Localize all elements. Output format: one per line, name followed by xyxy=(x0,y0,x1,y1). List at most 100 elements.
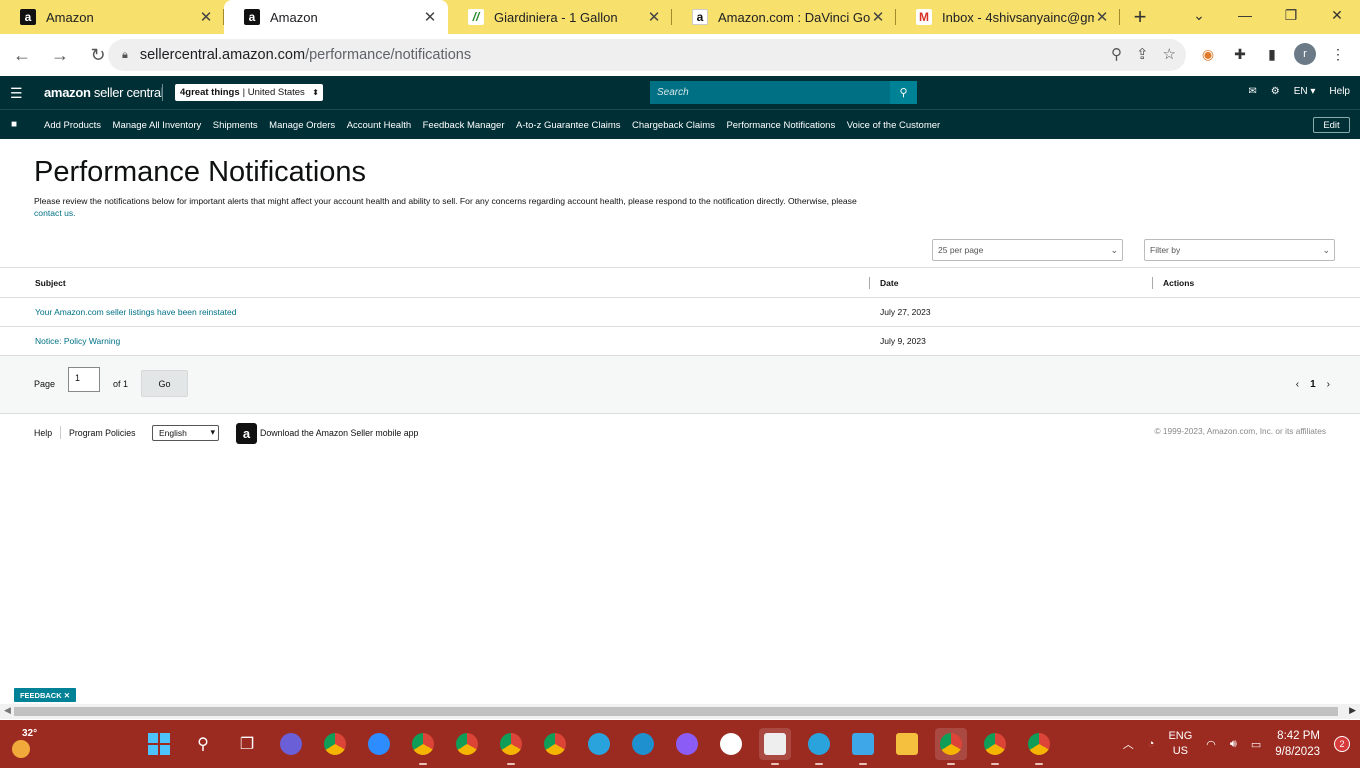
new-tab-button[interactable]: + xyxy=(1120,0,1160,34)
help-link[interactable]: Help xyxy=(1329,86,1350,97)
hamburger-menu-icon[interactable]: ☰ xyxy=(10,85,23,102)
notepad-icon[interactable] xyxy=(847,728,879,765)
edit-nav-button[interactable]: Edit xyxy=(1313,117,1350,133)
browser-tab[interactable]: M Inbox - 4shivsanyainc@gmai ✕ xyxy=(896,0,1120,34)
chrome-profile-icon[interactable] xyxy=(539,728,571,760)
chrome-icon[interactable] xyxy=(319,728,351,760)
chrome-profile-icon[interactable] xyxy=(935,728,967,765)
telegram-icon[interactable] xyxy=(803,728,835,765)
close-icon[interactable]: ✕ xyxy=(422,8,438,26)
nav-atoz-claims[interactable]: A-to-z Guarantee Claims xyxy=(516,120,621,131)
lock-icon[interactable]: 🔒︎ xyxy=(122,49,128,62)
system-clock[interactable]: 8:42 PM 9/8/2023 xyxy=(1275,728,1320,760)
bookmark-icon[interactable]: ■ xyxy=(11,119,17,130)
close-icon[interactable]: ✕ xyxy=(870,8,886,26)
forward-icon[interactable]: → xyxy=(44,39,76,71)
close-icon[interactable]: ✕ xyxy=(1094,8,1110,26)
chrome-profile-icon[interactable] xyxy=(451,728,483,760)
bookmark-star-icon[interactable]: ☆ xyxy=(1163,45,1176,63)
file-explorer-icon[interactable] xyxy=(891,728,923,760)
next-page-icon[interactable]: › xyxy=(1327,379,1330,390)
mobile-app-link[interactable]: Download the Amazon Seller mobile app xyxy=(260,428,418,438)
chrome-profile-icon[interactable] xyxy=(1023,728,1055,765)
nav-account-health[interactable]: Account Health xyxy=(347,120,411,131)
extension-circle-icon[interactable]: ◉ xyxy=(1198,44,1218,64)
zoom-app-icon[interactable] xyxy=(363,728,395,760)
browser-tab[interactable]: a Amazon.com : DaVinci Gourr ✕ xyxy=(672,0,896,34)
contact-us-link[interactable]: contact us. xyxy=(34,208,76,218)
gear-icon[interactable]: ⚙ xyxy=(1271,86,1280,97)
profile-avatar[interactable]: r xyxy=(1294,43,1316,65)
current-page[interactable]: 1 xyxy=(1310,379,1316,390)
nav-manage-orders[interactable]: Manage Orders xyxy=(269,120,335,131)
amazon-app-icon[interactable]: a xyxy=(236,423,257,444)
store-selector[interactable]: 4great things | United States ⬍ xyxy=(175,84,323,101)
column-subject[interactable]: Subject xyxy=(35,268,66,297)
meet-icon[interactable] xyxy=(275,728,307,760)
network-status-icon[interactable]: ◔ xyxy=(1148,738,1155,750)
weather-widget[interactable]: 32° xyxy=(10,728,42,760)
search-icon[interactable]: ⚲ xyxy=(187,728,219,760)
horizontal-scrollbar[interactable]: ◀ ▶ xyxy=(0,704,1360,719)
search-icon[interactable]: ⚲ xyxy=(890,81,917,104)
menu-kebab-icon[interactable]: ⋮ xyxy=(1328,44,1348,64)
edge-icon[interactable] xyxy=(627,728,659,760)
nav-manage-inventory[interactable]: Manage All Inventory xyxy=(113,120,202,131)
task-view-icon[interactable]: ❐ xyxy=(231,728,263,760)
nav-add-products[interactable]: Add Products xyxy=(44,120,101,131)
messenger-icon[interactable] xyxy=(671,728,703,760)
column-date[interactable]: Date xyxy=(880,268,898,297)
feedback-button[interactable]: FEEDBACK ✕ xyxy=(14,688,76,702)
prev-page-icon[interactable]: ‹ xyxy=(1296,379,1299,390)
notification-subject-link[interactable]: Notice: Policy Warning xyxy=(35,336,120,346)
footer-help-link[interactable]: Help xyxy=(34,428,52,438)
filter-select[interactable]: Filter by ⌄ xyxy=(1144,239,1335,261)
program-policies-link[interactable]: Program Policies xyxy=(69,428,136,438)
close-icon[interactable]: ✕ xyxy=(198,8,214,26)
wifi-icon[interactable]: ◠ xyxy=(1206,738,1216,751)
seller-central-logo[interactable]: amazon seller central xyxy=(44,85,164,100)
restore-icon[interactable]: ❐ xyxy=(1268,0,1314,30)
per-page-select[interactable]: 25 per page ⌄ xyxy=(932,239,1123,261)
snipping-tool-icon[interactable] xyxy=(759,728,791,765)
start-icon[interactable] xyxy=(143,728,175,760)
battery-icon[interactable]: ▭ xyxy=(1251,738,1261,751)
chrome-profile-icon[interactable] xyxy=(979,728,1011,765)
notification-badge[interactable]: 2 xyxy=(1334,736,1350,752)
extensions-puzzle-icon[interactable]: ✚ xyxy=(1230,44,1250,64)
share-icon[interactable]: ⇪ xyxy=(1136,45,1149,63)
close-window-icon[interactable]: ✕ xyxy=(1314,0,1360,30)
nav-feedback-manager[interactable]: Feedback Manager xyxy=(423,120,505,131)
nav-voice-of-customer[interactable]: Voice of the Customer xyxy=(847,120,940,131)
zoom-icon[interactable]: ⚲ xyxy=(1111,45,1122,63)
page-number-input[interactable]: 1 xyxy=(68,367,100,392)
slack-icon[interactable] xyxy=(715,728,747,760)
scroll-right-icon[interactable]: ▶ xyxy=(1349,705,1356,716)
side-panel-icon[interactable]: ▮ xyxy=(1262,44,1282,64)
browser-tab[interactable]: // Giardiniera - 1 Gallon ✕ xyxy=(448,0,672,34)
nav-performance-notifications[interactable]: Performance Notifications xyxy=(726,120,835,131)
close-icon[interactable]: ✕ xyxy=(646,8,662,26)
telegram-icon[interactable] xyxy=(583,728,615,760)
scroll-left-icon[interactable]: ◀ xyxy=(4,705,11,716)
mail-icon[interactable]: ✉ xyxy=(1248,86,1256,97)
go-button[interactable]: Go xyxy=(141,370,188,397)
back-icon[interactable]: ← xyxy=(6,39,38,71)
nav-chargeback-claims[interactable]: Chargeback Claims xyxy=(632,120,715,131)
volume-icon[interactable]: 🔊︎ xyxy=(1230,738,1237,751)
tab-search-icon[interactable]: ⌄ xyxy=(1176,0,1222,30)
search-input[interactable]: Search xyxy=(650,81,890,104)
address-bar[interactable]: 🔒︎ sellercentral.amazon.com/performance/… xyxy=(108,39,1186,71)
nav-shipments[interactable]: Shipments xyxy=(213,120,258,131)
scrollbar-thumb[interactable] xyxy=(14,707,1338,716)
notification-subject-link[interactable]: Your Amazon.com seller listings have bee… xyxy=(35,307,236,317)
input-language[interactable]: ENG US xyxy=(1168,729,1192,759)
browser-tab-active[interactable]: a Amazon ✕ xyxy=(224,0,448,34)
browser-tab[interactable]: a Amazon ✕ xyxy=(0,0,224,34)
chrome-profile-icon[interactable] xyxy=(407,728,439,765)
language-selector[interactable]: EN ▾ xyxy=(1294,86,1316,97)
show-hidden-icon[interactable]: ︿ xyxy=(1123,736,1134,752)
minimize-icon[interactable]: — xyxy=(1222,0,1268,30)
footer-language-select[interactable]: English ▾ xyxy=(152,425,219,441)
chrome-profile-icon[interactable] xyxy=(495,728,527,765)
